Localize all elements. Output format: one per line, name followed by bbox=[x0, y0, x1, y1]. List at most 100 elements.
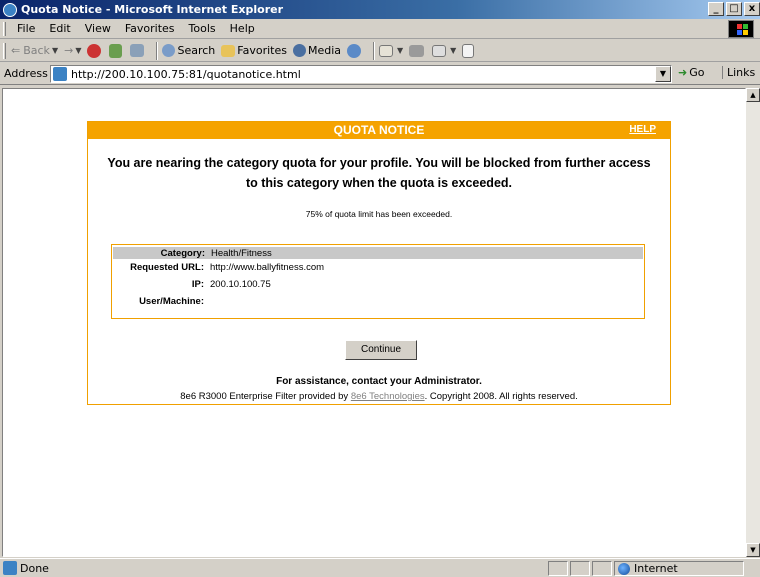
ip-value: 200.10.100.75 bbox=[210, 279, 271, 290]
address-input[interactable]: http://200.10.100.75:81/quotanotice.html… bbox=[50, 65, 672, 83]
page-icon bbox=[53, 67, 67, 81]
security-zone: Internet bbox=[614, 561, 744, 576]
requested-url-value: http://www.ballyfitness.com bbox=[210, 262, 325, 273]
quota-notice-box: QUOTA NOTICE HELP You are nearing the ca… bbox=[87, 121, 671, 405]
search-icon bbox=[162, 44, 176, 57]
warning-line-2: to this category when the quota is excee… bbox=[245, 176, 513, 190]
address-label: Address bbox=[4, 67, 48, 80]
table-row: Requested URL: http://www.ballyfitness.c… bbox=[112, 259, 644, 276]
menu-grip[interactable] bbox=[3, 21, 6, 36]
page-content: QUOTA NOTICE HELP You are nearing the ca… bbox=[2, 88, 746, 557]
history-button[interactable] bbox=[347, 43, 363, 58]
user-machine-label: User/Machine: bbox=[139, 296, 204, 307]
menu-file[interactable]: File bbox=[10, 22, 42, 35]
window-title: Quota Notice - Microsoft Internet Explor… bbox=[21, 3, 284, 16]
notice-header: QUOTA NOTICE HELP bbox=[88, 122, 670, 139]
chevron-down-icon[interactable]: ▼ bbox=[655, 66, 671, 82]
standard-toolbar: ⇐ Back ▼ → ▼ Search Favorites Media ▼ ▼ bbox=[0, 40, 760, 62]
links-button[interactable]: Links bbox=[722, 66, 755, 79]
search-button[interactable]: Search bbox=[162, 44, 215, 57]
ie-icon bbox=[3, 2, 17, 17]
menu-tools[interactable]: Tools bbox=[182, 22, 223, 35]
toolbar-grip[interactable] bbox=[3, 42, 6, 59]
ip-label: IP: bbox=[191, 279, 204, 290]
back-label: Back bbox=[23, 44, 50, 57]
back-button[interactable]: ⇐ Back ▼ bbox=[11, 44, 58, 57]
back-arrow-icon: ⇐ bbox=[11, 44, 21, 57]
quota-percent-text: 75% of quota limit has been exceeded. bbox=[305, 209, 453, 219]
media-icon bbox=[292, 44, 306, 57]
close-button[interactable]: x bbox=[744, 2, 760, 16]
assistance-text: For assistance, contact your Administrat… bbox=[276, 376, 482, 387]
edit-icon bbox=[432, 44, 447, 57]
refresh-icon bbox=[109, 43, 123, 58]
category-value: Health/Fitness bbox=[211, 247, 272, 259]
mail-icon bbox=[379, 44, 394, 57]
chevron-down-icon[interactable]: ▼ bbox=[75, 46, 81, 55]
requested-url-label: Requested URL: bbox=[130, 262, 204, 273]
home-icon bbox=[130, 44, 145, 57]
go-button[interactable]: ➜ Go bbox=[678, 66, 704, 79]
status-panel bbox=[592, 561, 612, 576]
discuss-button[interactable] bbox=[462, 43, 476, 58]
menu-bar: File Edit View Favorites Tools Help bbox=[0, 19, 760, 39]
maximize-button[interactable]: □ bbox=[726, 2, 742, 16]
forward-arrow-icon: → bbox=[64, 44, 74, 57]
stop-button[interactable] bbox=[87, 43, 103, 58]
vertical-scrollbar[interactable]: ▲ ▼ bbox=[746, 88, 760, 557]
chevron-down-icon[interactable]: ▼ bbox=[52, 46, 58, 55]
forward-button[interactable]: → ▼ bbox=[64, 44, 81, 57]
media-button[interactable]: Media bbox=[292, 44, 342, 57]
history-icon bbox=[347, 43, 362, 58]
edit-button[interactable]: ▼ bbox=[432, 44, 456, 57]
zone-label: Internet bbox=[634, 562, 678, 575]
footer-suffix: . Copyright 2008. All rights reserved. bbox=[424, 391, 578, 402]
chevron-down-icon[interactable]: ▼ bbox=[450, 46, 456, 55]
continue-button[interactable]: Continue bbox=[345, 340, 417, 360]
table-row: IP: 200.10.100.75 bbox=[112, 276, 644, 293]
table-row: User/Machine: bbox=[112, 293, 644, 310]
category-label: Category: bbox=[160, 247, 205, 259]
footer-prefix: 8e6 R3000 Enterprise Filter provided by bbox=[180, 391, 351, 402]
discuss-icon bbox=[462, 43, 475, 58]
address-bar: Address http://200.10.100.75:81/quotanot… bbox=[0, 63, 760, 85]
footer-text: 8e6 R3000 Enterprise Filter provided by … bbox=[88, 391, 670, 402]
windows-logo-icon bbox=[728, 20, 754, 38]
toolbar-separator bbox=[373, 41, 376, 60]
title-bar: Quota Notice - Microsoft Internet Explor… bbox=[0, 0, 760, 19]
request-info-table: Category: Health/Fitness Requested URL: … bbox=[111, 244, 645, 319]
warning-message: You are nearing the category quota for y… bbox=[88, 153, 670, 193]
toolbar-separator bbox=[156, 41, 159, 60]
favorites-button[interactable]: Favorites bbox=[221, 44, 287, 57]
print-icon bbox=[409, 44, 425, 57]
status-panel bbox=[548, 561, 568, 576]
stop-icon bbox=[87, 43, 102, 58]
go-label: Go bbox=[689, 66, 705, 79]
warning-line-1: You are nearing the category quota for y… bbox=[107, 156, 651, 170]
window-controls: _ □ x bbox=[706, 2, 760, 16]
address-url[interactable]: http://200.10.100.75:81/quotanotice.html bbox=[71, 68, 301, 81]
globe-icon bbox=[618, 562, 630, 575]
menu-edit[interactable]: Edit bbox=[42, 22, 77, 35]
go-arrow-icon: ➜ bbox=[678, 66, 688, 79]
home-button[interactable] bbox=[130, 44, 146, 57]
media-label: Media bbox=[307, 44, 342, 57]
refresh-button[interactable] bbox=[109, 43, 124, 58]
status-panel bbox=[570, 561, 590, 576]
help-link[interactable]: HELP bbox=[629, 124, 656, 135]
status-bar: Done Internet bbox=[0, 558, 760, 577]
minimize-button[interactable]: _ bbox=[708, 2, 724, 16]
favorites-label: Favorites bbox=[237, 44, 287, 57]
page-status-icon bbox=[3, 561, 17, 575]
favorites-icon bbox=[221, 44, 236, 57]
scroll-up-button[interactable]: ▲ bbox=[746, 88, 760, 102]
chevron-down-icon[interactable]: ▼ bbox=[397, 46, 403, 55]
print-button[interactable] bbox=[409, 44, 426, 57]
scroll-down-button[interactable]: ▼ bbox=[746, 543, 760, 557]
notice-title: QUOTA NOTICE bbox=[333, 123, 425, 137]
menu-view[interactable]: View bbox=[78, 22, 118, 35]
menu-help[interactable]: Help bbox=[223, 22, 262, 35]
mail-button[interactable]: ▼ bbox=[379, 44, 403, 57]
menu-favorites[interactable]: Favorites bbox=[118, 22, 182, 35]
vendor-link[interactable]: 8e6 Technologies bbox=[351, 391, 425, 402]
